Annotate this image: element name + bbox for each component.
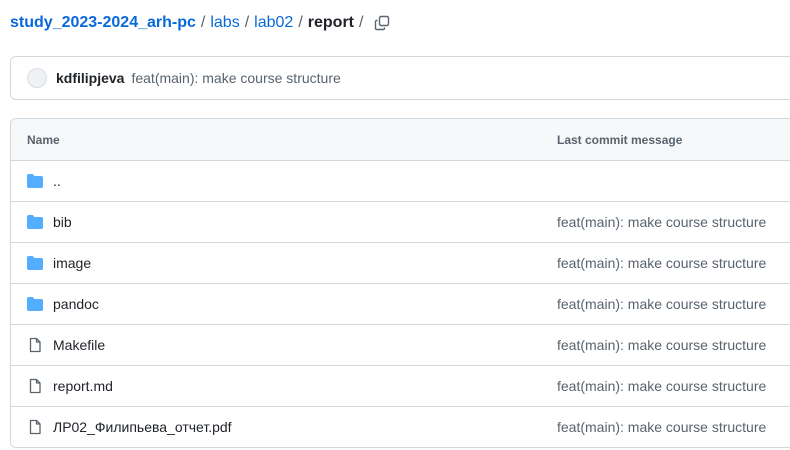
table-row[interactable]: .. xyxy=(11,161,790,202)
breadcrumb-labs-link[interactable]: labs xyxy=(210,11,239,35)
table-row[interactable]: Makefile feat(main): make course structur… xyxy=(11,325,790,366)
file-name-link[interactable]: Makefile xyxy=(53,337,105,353)
table-row[interactable]: report.md feat(main): make course structu… xyxy=(11,366,790,407)
table-row[interactable]: pandoc feat(main): make course structure xyxy=(11,284,790,325)
breadcrumb-repo-link[interactable]: study_2023-2024_arh-pc xyxy=(10,11,196,35)
commit-message-link[interactable]: feat(main): make course structure xyxy=(557,419,766,435)
file-name-link[interactable]: pandoc xyxy=(53,296,99,312)
avatar[interactable] xyxy=(27,68,47,88)
latest-commit-bar: kdfilipjeva feat(main): make course stru… xyxy=(10,56,790,100)
file-name-link[interactable]: report.md xyxy=(53,378,113,394)
breadcrumb-lab02-link[interactable]: lab02 xyxy=(254,11,293,35)
commit-author[interactable]: kdfilipjeva xyxy=(56,70,124,86)
table-header: Name Last commit message xyxy=(11,119,790,161)
breadcrumb-separator: / xyxy=(298,14,303,31)
column-header-last-commit: Last commit message xyxy=(557,132,683,147)
folder-icon xyxy=(27,214,43,230)
breadcrumb-separator: / xyxy=(244,14,250,31)
table-row[interactable]: image feat(main): make course structure xyxy=(11,243,790,284)
file-name-link[interactable]: bib xyxy=(53,214,72,230)
file-icon xyxy=(27,337,43,353)
copy-path-button[interactable] xyxy=(372,13,392,33)
breadcrumb-separator: / xyxy=(200,14,206,31)
table-row[interactable]: ЛР02_Филипьева_отчет.pdf feat(main): make… xyxy=(11,407,790,447)
commit-message[interactable]: feat(main): make course structure xyxy=(131,70,340,86)
commit-message-link[interactable]: feat(main): make course structure xyxy=(557,296,766,312)
commit-message-link[interactable]: feat(main): make course structure xyxy=(557,378,766,394)
breadcrumb: study_2023-2024_arh-pc / labs / lab02 / … xyxy=(10,11,368,35)
commit-message-link[interactable]: feat(main): make course structure xyxy=(557,214,766,230)
table-row[interactable]: bib feat(main): make course structure xyxy=(11,202,790,243)
breadcrumb-separator: / xyxy=(359,14,364,31)
commit-message-link[interactable]: feat(main): make course structure xyxy=(557,337,766,353)
column-header-name: Name xyxy=(27,132,60,147)
file-table: Name Last commit message .. bib feat(main)… xyxy=(10,118,790,448)
folder-icon xyxy=(27,173,43,189)
file-name-link[interactable]: ЛР02_Филипьева_отчет.pdf xyxy=(53,419,232,435)
breadcrumb-current: report xyxy=(307,14,354,31)
file-name-link[interactable]: image xyxy=(53,255,91,271)
folder-icon xyxy=(27,255,43,271)
folder-icon xyxy=(27,296,43,312)
file-icon xyxy=(27,378,43,394)
file-name-link[interactable]: .. xyxy=(53,173,61,189)
commit-message-link[interactable]: feat(main): make course structure xyxy=(557,255,766,271)
file-icon xyxy=(27,419,43,435)
copy-icon xyxy=(374,15,390,31)
